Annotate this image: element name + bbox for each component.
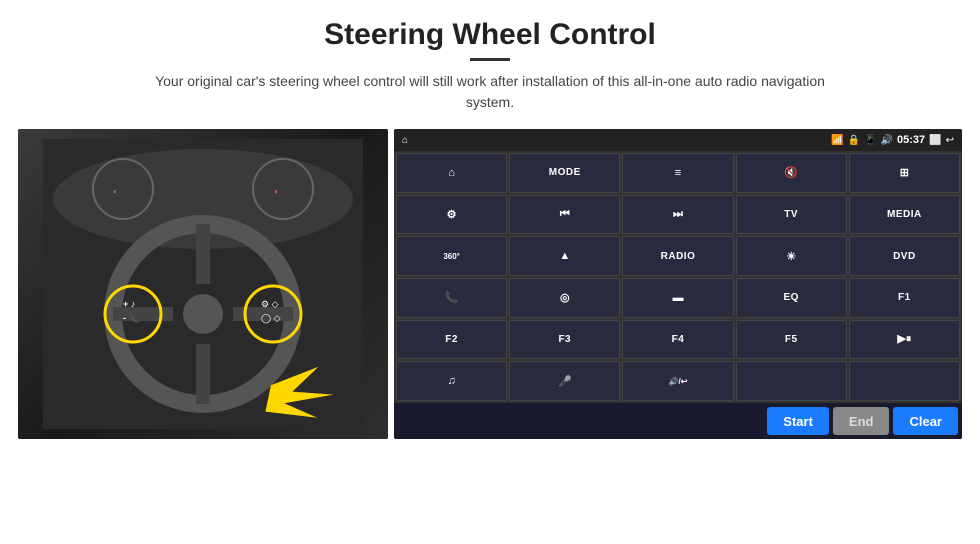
btn-prev[interactable]: ⏮ xyxy=(509,195,620,235)
btn-dvd[interactable]: DVD xyxy=(849,236,960,276)
svg-text:⚙ ◇: ⚙ ◇ xyxy=(261,299,279,309)
wifi-icon: 📶 xyxy=(831,135,843,146)
phone-icon: 📞 xyxy=(445,291,459,304)
page-title: Steering Wheel Control xyxy=(40,18,940,52)
btn-tv[interactable]: TV xyxy=(736,195,847,235)
content-section: + ♪ - 📞 ⚙ ◇ ◯ ◇ ◐ ◑ xyxy=(0,129,980,544)
car-image: + ♪ - 📞 ⚙ ◇ ◯ ◇ ◐ ◑ xyxy=(18,129,388,439)
eq-label: EQ xyxy=(783,292,798,303)
mic-icon: 🎤 xyxy=(558,375,572,388)
mute-icon: 🔇 xyxy=(784,166,798,179)
page-container: Steering Wheel Control Your original car… xyxy=(0,0,980,544)
subtitle: Your original car's steering wheel contr… xyxy=(140,71,840,113)
screen-btn-icon: ▬ xyxy=(672,292,683,304)
btn-360[interactable]: 360° xyxy=(396,236,507,276)
f3-label: F3 xyxy=(558,334,571,345)
dvd-label: DVD xyxy=(893,251,916,262)
steering-wheel-svg: + ♪ - 📞 ⚙ ◇ ◯ ◇ ◐ ◑ xyxy=(43,139,363,429)
apps-icon: ⊞ xyxy=(900,166,909,179)
btn-nav[interactable]: ◎ xyxy=(509,278,620,318)
settings-icon: ⚙ xyxy=(447,208,457,221)
vol-icon: 🔊/↩ xyxy=(669,377,688,386)
bottom-bar: Start End Clear xyxy=(394,403,962,439)
mode-label: MODE xyxy=(549,167,581,178)
svg-text:◯ ◇: ◯ ◇ xyxy=(261,313,281,324)
media-label: MEDIA xyxy=(887,209,922,220)
btn-mic[interactable]: 🎤 xyxy=(509,361,620,401)
btn-f4[interactable]: F4 xyxy=(622,320,733,360)
btn-radio[interactable]: RADIO xyxy=(622,236,733,276)
steering-wheel-bg: + ♪ - 📞 ⚙ ◇ ◯ ◇ ◐ ◑ xyxy=(18,129,388,439)
home-icon: ⌂ xyxy=(402,135,408,146)
btn-next[interactable]: ⏭ xyxy=(622,195,733,235)
playpause-icon: ▶⏸ xyxy=(897,332,911,346)
prev-icon: ⏮ xyxy=(560,208,570,221)
btn-music[interactable]: ♫ xyxy=(396,361,507,401)
btn-screen[interactable]: ▬ xyxy=(622,278,733,318)
btn-vol[interactable]: 🔊/↩ xyxy=(622,361,733,401)
lock-icon: 🔒 xyxy=(848,135,860,146)
tv-label: TV xyxy=(784,209,798,220)
f5-label: F5 xyxy=(785,334,798,345)
btn-mode[interactable]: MODE xyxy=(509,153,620,193)
btn-grid: ⌂ MODE ≡ 🔇 ⊞ ⚙ ⏮ ⏭ TV MEDIA 360° ▲ RADIO… xyxy=(394,151,962,403)
clear-button[interactable]: Clear xyxy=(893,407,958,435)
radio-panel: ⌂ 📶 🔒 📱 🔊 05:37 ⬜ ↩ ⌂ MODE ≡ 🔇 xyxy=(394,129,962,439)
home-btn-icon: ⌂ xyxy=(448,167,455,179)
next-icon: ⏭ xyxy=(673,208,683,221)
btn-apps[interactable]: ⊞ xyxy=(849,153,960,193)
svg-text:- 📞: - 📞 xyxy=(123,312,140,323)
btn-eject[interactable]: ▲ xyxy=(509,236,620,276)
btn-phone[interactable]: 📞 xyxy=(396,278,507,318)
f4-label: F4 xyxy=(672,334,685,345)
btn-empty2 xyxy=(849,361,960,401)
btn-playpause[interactable]: ▶⏸ xyxy=(849,320,960,360)
status-time: 05:37 xyxy=(897,134,925,146)
btn-f1[interactable]: F1 xyxy=(849,278,960,318)
svg-text:◐: ◐ xyxy=(113,187,118,196)
btn-media[interactable]: MEDIA xyxy=(849,195,960,235)
music-icon: ♫ xyxy=(447,375,455,387)
btn-f3[interactable]: F3 xyxy=(509,320,620,360)
f2-label: F2 xyxy=(445,334,458,345)
btn-empty1 xyxy=(736,361,847,401)
eject-icon: ▲ xyxy=(559,250,570,262)
back-icon: ↩ xyxy=(946,135,954,146)
f1-label: F1 xyxy=(898,292,911,303)
status-left: ⌂ xyxy=(402,135,408,146)
btn-eq[interactable]: EQ xyxy=(736,278,847,318)
svg-text:+ ♪: + ♪ xyxy=(123,299,135,309)
btn-home[interactable]: ⌂ xyxy=(396,153,507,193)
radio-label: RADIO xyxy=(661,251,696,262)
end-button[interactable]: End xyxy=(833,407,890,435)
title-divider xyxy=(470,58,510,61)
menu-icon: ≡ xyxy=(675,167,681,179)
btn-brightness[interactable]: ☀ xyxy=(736,236,847,276)
brightness-icon: ☀ xyxy=(786,250,796,263)
nav-icon: ◎ xyxy=(560,291,570,304)
btn-f2[interactable]: F2 xyxy=(396,320,507,360)
cam360-icon: 360° xyxy=(443,252,460,261)
svg-text:◑: ◑ xyxy=(273,187,278,196)
btn-mute[interactable]: 🔇 xyxy=(736,153,847,193)
btn-f5[interactable]: F5 xyxy=(736,320,847,360)
start-button[interactable]: Start xyxy=(767,407,829,435)
btn-menu[interactable]: ≡ xyxy=(622,153,733,193)
header-section: Steering Wheel Control Your original car… xyxy=(0,0,980,121)
btn-settings[interactable]: ⚙ xyxy=(396,195,507,235)
sim-icon: 📱 xyxy=(864,135,876,146)
status-right: 📶 🔒 📱 🔊 05:37 ⬜ ↩ xyxy=(831,134,954,146)
bt-icon: 🔊 xyxy=(881,135,893,146)
status-bar: ⌂ 📶 🔒 📱 🔊 05:37 ⬜ ↩ xyxy=(394,129,962,151)
screen-icon: ⬜ xyxy=(929,135,941,146)
